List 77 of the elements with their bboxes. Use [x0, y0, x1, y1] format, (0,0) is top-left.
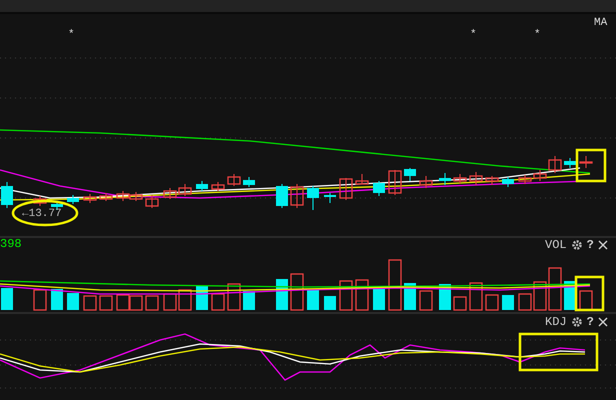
volume-bar: [307, 290, 319, 310]
volume-bar: [99, 295, 113, 311]
candlestick: [129, 192, 143, 202]
candlestick: [388, 170, 402, 196]
candlestick: [307, 186, 319, 210]
volume-bar: [163, 293, 177, 311]
candlestick: [324, 192, 336, 204]
volume-bar: [453, 296, 467, 311]
candlestick: [163, 188, 177, 200]
volume-bar: [324, 296, 336, 310]
highlight-rectangle: [574, 276, 604, 312]
asterisk-marker: *: [534, 30, 541, 41]
volume-bar: [469, 282, 483, 311]
candlestick: [419, 176, 433, 188]
candlestick: [145, 194, 159, 208]
candlestick: [564, 158, 576, 168]
indicator-label: VOL: [545, 239, 567, 251]
settings-icon[interactable]: [570, 316, 583, 328]
volume-bar: [1, 288, 13, 310]
volume-bar: [502, 295, 514, 310]
candlestick: [485, 176, 499, 186]
volume-bar: [145, 295, 159, 311]
volume-bar: [355, 279, 369, 311]
volume-bar: [51, 289, 63, 310]
candlestick: [276, 184, 288, 208]
candlestick: [469, 172, 483, 186]
volume-bar: [373, 289, 385, 310]
settings-icon[interactable]: [570, 239, 583, 251]
candlestick: [51, 200, 63, 210]
candlestick: [33, 196, 47, 206]
volume-bar: [419, 290, 433, 311]
volume-bar: [388, 259, 402, 311]
volume-value: 398: [0, 238, 22, 250]
volume-bar: [67, 293, 79, 310]
help-button[interactable]: ?: [586, 316, 594, 328]
volume-bar: [33, 289, 47, 311]
asterisk-marker: *: [68, 30, 75, 41]
indicator-label: MA: [594, 18, 608, 29]
candlestick: [1, 182, 13, 208]
candlestick: [178, 184, 192, 196]
candlestick: [227, 174, 241, 186]
candlestick: [373, 180, 385, 196]
volume-bar: [83, 295, 97, 311]
volume-bar: [290, 273, 304, 311]
volume-bar: [579, 290, 593, 311]
volume-bar: [116, 294, 130, 311]
candlestick: [243, 176, 255, 188]
volume-bar: [243, 291, 255, 310]
candlestick: [453, 174, 467, 184]
indicator-label: KDJ: [545, 316, 567, 328]
candlestick: [290, 184, 304, 208]
close-icon[interactable]: [598, 240, 608, 250]
candlestick: [67, 194, 79, 204]
candlestick: [404, 168, 416, 182]
candlestick: [196, 180, 208, 192]
candlestick: [579, 156, 593, 168]
price-label: ←13.77: [22, 209, 62, 220]
volume-bar: [211, 293, 225, 311]
candlestick: [116, 190, 130, 202]
candlestick: [339, 178, 353, 200]
highlight-rectangle: [576, 148, 606, 182]
candlestick: [502, 176, 514, 188]
highlight-ellipse: [12, 200, 78, 226]
volume-bar: [129, 295, 143, 311]
volume-bar: [485, 294, 499, 311]
candlestick: [518, 174, 532, 184]
close-icon[interactable]: [598, 317, 608, 327]
volume-bar: [178, 289, 192, 311]
help-button[interactable]: ?: [586, 239, 594, 251]
candlestick: [99, 192, 113, 202]
volume-bar: [227, 283, 241, 311]
volume-bar: [339, 280, 353, 311]
asterisk-marker: *: [470, 30, 477, 41]
candlestick: [439, 172, 451, 186]
candlestick: [211, 182, 225, 192]
candlestick: [355, 174, 369, 185]
candlestick: [83, 194, 97, 204]
